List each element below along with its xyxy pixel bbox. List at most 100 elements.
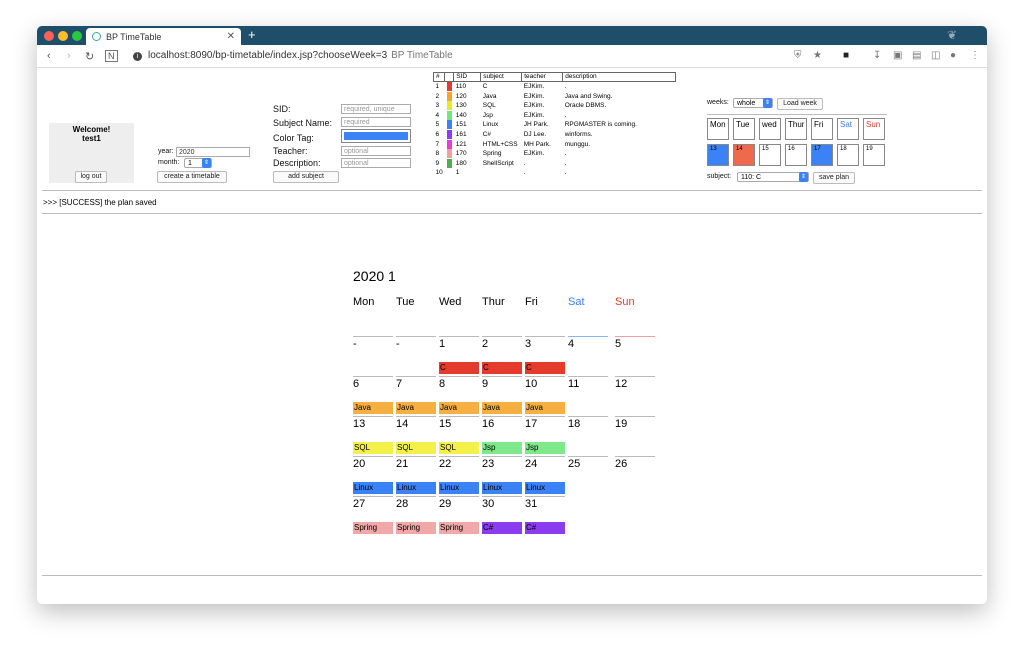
day-number: 23 [482,458,495,470]
subject-name-input[interactable]: required [341,117,411,127]
subject-plan-bar[interactable]: Spring [396,522,436,534]
week-day-cell[interactable]: 19 [863,144,885,166]
day-number: 18 [568,418,581,430]
maximize-window-button[interactable] [72,31,82,41]
subject-plan-bar[interactable]: C [482,362,522,374]
create-timetable-button[interactable]: create a timetable [157,171,227,183]
row-subject: Java [482,92,497,100]
subject-plan-bar[interactable]: C [525,362,565,374]
subject-plan-bar[interactable]: C# [482,522,522,534]
camera-icon[interactable]: ▣ [893,50,902,61]
teacher-input[interactable]: optional [341,146,411,156]
week-day-cell[interactable]: 17 [811,144,833,166]
subject-plan-bar[interactable]: Jsp [482,442,522,454]
load-week-button[interactable]: Load week [777,98,823,110]
new-tab-button[interactable]: + [248,27,256,42]
week-day-number: 15 [762,146,769,152]
subject-plan-bar[interactable]: Spring [353,522,393,534]
profile-icon[interactable]: ● [950,50,956,61]
chevron-updown-icon: ⇕ [763,98,772,108]
back-icon[interactable]: ‹ [47,50,51,62]
address-bar[interactable]: i localhost:8090/bp-timetable/index.jsp?c… [133,50,453,61]
subject-plan-bar[interactable]: SQL [396,442,436,454]
day-divider [615,456,655,457]
subject-plan-bar[interactable]: C# [525,522,565,534]
week-day-header: Fri [811,118,833,140]
day-number: 15 [439,418,452,430]
calendar-weekday: Thur [482,296,505,308]
day-number: - [396,338,400,350]
row-teacher: EJKim. [523,92,545,100]
day-divider [525,376,565,377]
month-select[interactable]: 1 ⇕ [184,158,212,168]
reader-icon[interactable]: ▤ [912,50,921,61]
subject-plan-bar[interactable]: Linux [439,482,479,494]
day-divider [615,376,655,377]
star-icon[interactable]: ★ [813,50,822,61]
subject-plan-bar[interactable]: Java [482,402,522,414]
subject-plan-bar[interactable]: Spring [439,522,479,534]
row-sid: 170 [455,150,467,158]
subject-table-row: 1 110 C EJKim.. [434,82,676,92]
month-label: month: [158,159,180,166]
subject-plan-bar[interactable]: Linux [525,482,565,494]
year-input[interactable]: 2020 [176,147,250,157]
subject-plan-bar[interactable]: Java [439,402,479,414]
download-icon[interactable]: ↧ [873,50,881,61]
color-tag-picker[interactable] [341,129,411,143]
week-day-name: Tue [736,120,750,129]
weeks-select[interactable]: whole ⇕ [733,98,773,108]
minimize-window-button[interactable] [58,31,68,41]
row-sid: 151 [455,121,467,129]
add-subject-button[interactable]: add subject [273,171,339,183]
shield-icon[interactable]: ⛨ [794,50,802,61]
subject-plan-bar[interactable]: Java [353,402,393,414]
day-number: 24 [525,458,538,470]
row-sid: 110 [455,83,467,90]
description-input[interactable]: optional [341,158,411,168]
col-num: # [432,72,446,82]
n-icon[interactable]: N [105,50,118,62]
row-num: 3 [435,102,440,110]
subject-plan-bar[interactable]: Java [396,402,436,414]
row-description: munggu. [564,140,591,148]
info-icon[interactable]: i [133,52,142,61]
row-color [445,110,454,121]
subject-select[interactable]: 110: C ⇕ [737,172,809,182]
close-tab-icon[interactable]: ✕ [227,31,235,42]
subject-plan-bar[interactable]: Linux [353,482,393,494]
color-swatch [446,101,452,111]
subject-plan-bar[interactable]: SQL [353,442,393,454]
username: test1 [82,134,101,143]
subject-plan-bar[interactable]: Jsp [525,442,565,454]
save-plan-button[interactable]: save plan [813,172,855,184]
week-day-cell[interactable]: 14 [733,144,755,166]
close-window-button[interactable] [44,31,54,41]
subject-plan-bar[interactable]: Linux [482,482,522,494]
row-teacher: EJKim. [523,150,545,158]
reload-icon[interactable]: ↻ [85,50,94,63]
subject-plan-bar[interactable]: Java [525,402,565,414]
week-day-cell[interactable]: 18 [837,144,859,166]
sid-input[interactable]: required, unique [341,104,411,114]
week-day-header: Sat [837,118,859,140]
subject-plan-bar[interactable]: SQL [439,442,479,454]
menu-icon[interactable]: ⋮ [970,50,980,61]
forward-icon[interactable]: › [67,50,71,62]
row-color [445,82,454,92]
calendar-weekday: Tue [396,296,415,308]
extension-icon[interactable]: ■ [843,50,849,61]
week-day-number: 18 [840,146,847,152]
subject-table-row: 2 120 Java EJKim. Java and Swing. [434,91,676,102]
subject-plan-bar[interactable]: Linux [396,482,436,494]
subject-plan-bar[interactable]: C [439,362,479,374]
week-day-cell[interactable]: 16 [785,144,807,166]
week-day-cell[interactable]: 13 [707,144,729,166]
subject-table-row: 4 140 Jsp EJKim.. [434,110,676,121]
day-divider [482,456,522,457]
week-day-cell[interactable]: 15 [759,144,781,166]
logout-button[interactable]: log out [75,171,107,183]
sidebar-icon[interactable]: ◫ [931,50,940,61]
day-number: 21 [396,458,409,470]
browser-tab[interactable]: BP TimeTable ✕ [86,28,241,45]
